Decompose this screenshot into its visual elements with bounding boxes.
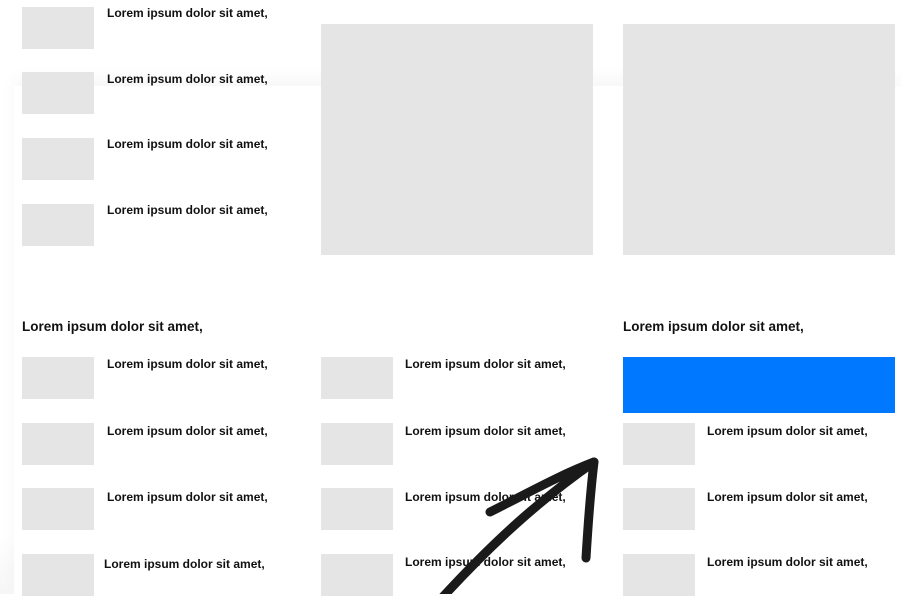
list-item-label[interactable]: Lorem ipsum dolor sit amet,	[107, 203, 268, 217]
list-item-thumbnail[interactable]	[321, 423, 393, 465]
list-item-label[interactable]: Lorem ipsum dolor sit amet,	[405, 424, 566, 438]
list-item-label[interactable]: Lorem ipsum dolor sit amet,	[405, 555, 566, 569]
list-item-thumbnail[interactable]	[321, 488, 393, 530]
list-item-label[interactable]: Lorem ipsum dolor sit amet,	[107, 424, 268, 438]
list-item-thumbnail[interactable]	[321, 554, 393, 596]
list-item-label[interactable]: Lorem ipsum dolor sit amet,	[107, 490, 268, 504]
list-item-thumbnail[interactable]	[623, 554, 695, 596]
featured-image-tile[interactable]	[321, 24, 593, 255]
list-item-thumbnail[interactable]	[623, 488, 695, 530]
list-item-label[interactable]: Lorem ipsum dolor sit amet,	[104, 557, 265, 571]
list-item-thumbnail[interactable]	[22, 72, 94, 114]
list-item-thumbnail[interactable]	[22, 138, 94, 180]
highlight-banner[interactable]	[623, 357, 895, 413]
featured-image-tile[interactable]	[623, 24, 895, 255]
list-item-label[interactable]: Lorem ipsum dolor sit amet,	[107, 137, 268, 151]
list-item-thumbnail[interactable]	[22, 423, 94, 465]
list-item-thumbnail[interactable]	[22, 554, 94, 596]
list-item-label[interactable]: Lorem ipsum dolor sit amet,	[405, 357, 566, 371]
list-item-label[interactable]: Lorem ipsum dolor sit amet,	[707, 490, 868, 504]
list-item-label[interactable]: Lorem ipsum dolor sit amet,	[405, 490, 566, 504]
column-title: Lorem ipsum dolor sit amet,	[22, 319, 203, 334]
list-item-thumbnail[interactable]	[623, 423, 695, 465]
list-item-label[interactable]: Lorem ipsum dolor sit amet,	[107, 357, 268, 371]
list-item-thumbnail[interactable]	[22, 204, 94, 246]
column-title: Lorem ipsum dolor sit amet,	[623, 319, 804, 334]
list-item-thumbnail[interactable]	[22, 357, 94, 399]
list-item-label[interactable]: Lorem ipsum dolor sit amet,	[107, 72, 268, 86]
list-item-label[interactable]: Lorem ipsum dolor sit amet,	[707, 555, 868, 569]
list-item-thumbnail[interactable]	[321, 357, 393, 399]
list-item-thumbnail[interactable]	[22, 7, 94, 49]
list-item-label[interactable]: Lorem ipsum dolor sit amet,	[107, 6, 268, 20]
list-item-thumbnail[interactable]	[22, 488, 94, 530]
list-item-label[interactable]: Lorem ipsum dolor sit amet,	[707, 424, 868, 438]
